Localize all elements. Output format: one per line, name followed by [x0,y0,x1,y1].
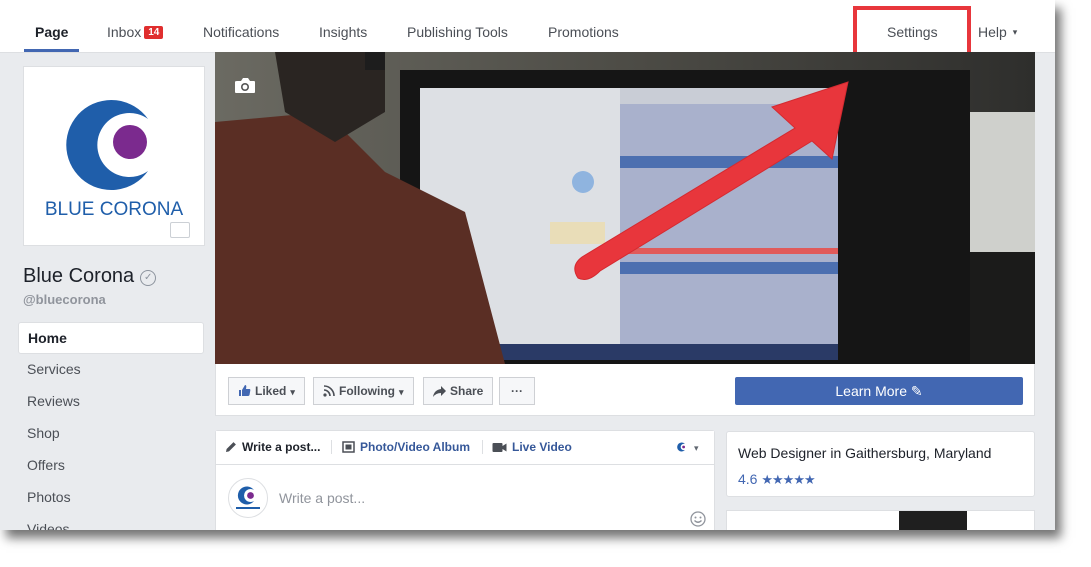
about-card: Web Designer in Gaithersburg, Maryland 4… [726,431,1035,497]
tab-help-label: Help [978,24,1007,40]
sidebar-item-services[interactable]: Services [18,354,204,386]
page-avatar-icon [677,442,685,452]
rss-icon [323,385,335,397]
chevron-down-icon: ▾ [694,443,699,453]
avatar [228,478,268,518]
verified-check-icon: ✓ [140,270,157,286]
composer-tabs: Write a post... Photo/Video Album Live V… [216,431,714,465]
chevron-down-icon: ▾ [1012,27,1018,37]
tab-publishing-tools[interactable]: Publishing Tools [407,24,508,40]
rating-summary[interactable]: 4.6 ★★★★★ [738,471,816,488]
sidebar-item-home[interactable]: Home [18,322,204,354]
liked-label: Liked [255,384,287,398]
composer-tab-write-post-label: Write a post... [242,440,321,454]
tab-inbox[interactable]: Inbox 14 [107,24,164,40]
thumbs-up-icon [239,385,251,396]
camera-icon[interactable] [234,77,256,94]
photo-album-icon [342,441,355,453]
sidebar-item-shop[interactable]: Shop [18,418,204,450]
tab-page[interactable]: Page [35,24,68,40]
rating-value: 4.6 [738,471,758,487]
facebook-page-screenshot: Page Inbox 14 Notifications Insights Publ… [0,0,1055,530]
tab-divider [482,440,483,454]
page-name-text: Blue Corona [23,265,135,287]
tab-inbox-label: Inbox [107,24,142,40]
active-tab-underline [24,49,79,52]
logo-wordmark: BLUE CORONA [45,199,184,220]
photos-card [726,510,1035,530]
ellipsis-icon: ··· [511,384,523,398]
share-label: Share [450,384,484,398]
more-options-button[interactable]: ··· [499,377,535,405]
page-username: @bluecorona [23,292,106,307]
share-arrow-icon [433,386,446,397]
post-as-selector[interactable]: ▾ [676,440,699,454]
sidebar-item-videos[interactable]: Videos [18,514,204,530]
composer-tab-live-video-label: Live Video [512,440,572,454]
composer-tab-photo-album-label: Photo/Video Album [360,440,470,454]
chevron-down-icon: ▾ [290,387,295,397]
composer-tab-photo-album[interactable]: Photo/Video Album [342,440,470,454]
star-rating-icon: ★★★★★ [761,472,815,487]
tab-help[interactable]: Help ▾ [978,24,1017,40]
liked-button[interactable]: Liked ▾ [228,377,305,405]
tab-promotions[interactable]: Promotions [548,24,619,40]
following-button[interactable]: Following ▾ [313,377,414,405]
profile-camera-icon[interactable] [170,222,190,238]
sidebar-item-reviews[interactable]: Reviews [18,386,204,418]
photo-thumbnail[interactable] [899,511,967,530]
emoji-icon[interactable] [690,511,706,527]
learn-more-button[interactable]: Learn More ✎ [735,377,1023,405]
profile-picture[interactable]: BLUE CORONA [23,66,205,246]
page-title: Blue Corona ✓ [23,265,157,288]
composer-tab-write-post[interactable]: Write a post... [225,440,320,454]
video-camera-icon [492,443,507,452]
settings-highlight-box [853,6,971,56]
tab-insights[interactable]: Insights [319,24,367,40]
sidebar-item-photos[interactable]: Photos [18,482,204,514]
cover-photo-image [215,52,1035,364]
inbox-count-badge: 14 [144,26,164,39]
sidebar-item-offers[interactable]: Offers [18,450,204,482]
pencil-icon [226,442,236,452]
post-input[interactable]: Write a post... [279,490,365,506]
composer-tab-live-video[interactable]: Live Video [492,440,572,454]
blue-corona-logo-small [236,486,260,509]
page-category: Web Designer in Gaithersburg, Maryland [738,445,992,461]
tab-notifications[interactable]: Notifications [203,24,279,40]
share-button[interactable]: Share [423,377,494,405]
cover-photo[interactable] [215,52,1035,364]
post-composer: Write a post... Photo/Video Album Live V… [215,430,715,530]
page-side-nav: Home Services Reviews Shop Offers Photos… [18,322,204,530]
tab-divider [331,440,332,454]
following-label: Following [339,384,395,398]
blue-corona-logo: BLUE CORONA [45,100,184,220]
chevron-down-icon: ▾ [399,387,404,397]
